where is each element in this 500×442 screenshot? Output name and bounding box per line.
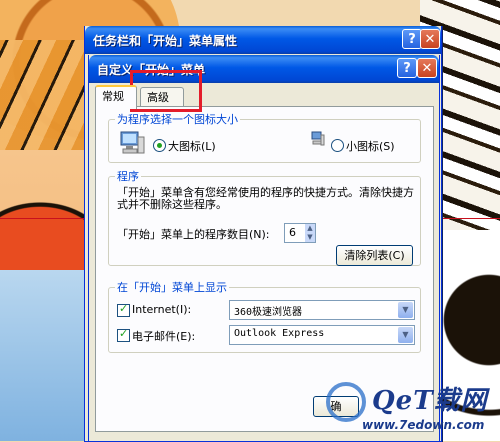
clear-list-button[interactable]: 清除列表(C) (336, 245, 413, 266)
internet-browser-select[interactable]: 360极速浏览器 ▼ (229, 300, 415, 320)
email-client-value: Outlook Express (234, 328, 325, 339)
watermark-url: www.7edown.com (362, 418, 485, 432)
advanced-tab-highlight (130, 70, 202, 112)
large-icons-radio[interactable] (153, 139, 166, 152)
icon-size-legend: 为程序选择一个图标大小 (117, 113, 238, 126)
small-icons-label: 小图标(S) (346, 140, 395, 153)
program-count-value: 6 (289, 226, 296, 239)
tab-general[interactable]: 常规 (95, 85, 137, 109)
small-icons-radio[interactable] (331, 139, 344, 152)
programs-legend: 程序 (117, 170, 139, 183)
large-icons-label: 大图标(L) (168, 140, 216, 153)
title-bar: 任务栏和「开始」菜单属性 ? ✕ (85, 26, 441, 54)
programs-description: 「开始」菜单含有您经常使用的程序的快捷方式。清除快捷方式并不删除这些程序。 (117, 186, 414, 211)
dialog-title: 任务栏和「开始」菜单属性 (93, 34, 238, 48)
program-count-spinner[interactable]: 6 ▲ ▼ (284, 223, 316, 243)
email-client-select[interactable]: Outlook Express ▼ (229, 325, 415, 345)
large-icon-computer-icon (120, 131, 145, 154)
email-checkbox[interactable] (117, 327, 130, 342)
program-count-label: 「开始」菜单上的程序数目(N): (117, 228, 270, 241)
show-on-start-legend: 在「开始」菜单上显示 (117, 281, 227, 294)
close-button[interactable]: ✕ (417, 58, 437, 78)
chevron-down-icon[interactable]: ▼ (398, 327, 413, 343)
spin-down-icon[interactable]: ▼ (305, 233, 315, 242)
small-icon-computer-icon (311, 131, 325, 146)
help-button[interactable]: ? (397, 58, 417, 78)
internet-checkbox[interactable] (117, 302, 130, 317)
spin-up-icon[interactable]: ▲ (305, 224, 315, 233)
internet-browser-value: 360极速浏览器 (234, 307, 303, 318)
email-label: 电子邮件(E): (132, 330, 196, 343)
help-button[interactable]: ? (402, 29, 422, 49)
close-button[interactable]: ✕ (420, 29, 440, 49)
internet-label: Internet(I): (132, 303, 192, 316)
icon-size-group: 为程序选择一个图标大小 (108, 111, 421, 163)
watermark-logo-icon (326, 382, 366, 422)
watermark-text: QeT载网 (372, 386, 488, 416)
chevron-down-icon[interactable]: ▼ (398, 302, 413, 318)
